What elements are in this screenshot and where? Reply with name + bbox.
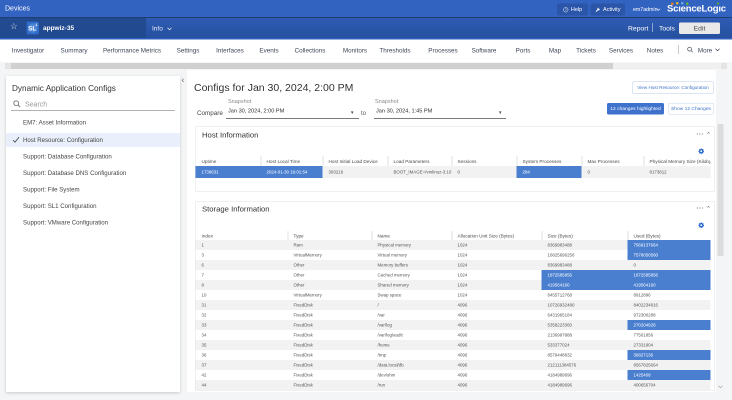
svg-text:?: ? [565, 8, 567, 12]
svg-text:1: 1 [35, 22, 38, 27]
